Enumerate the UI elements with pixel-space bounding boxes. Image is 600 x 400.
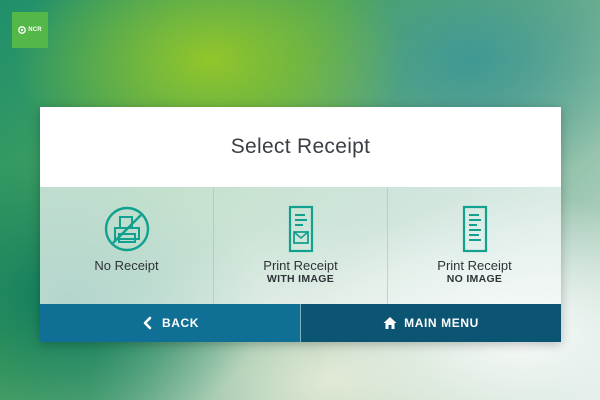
main-menu-button-label: MAIN MENU [404, 316, 479, 330]
chevron-left-icon [143, 316, 152, 330]
receipt-icon [462, 205, 487, 253]
receipt-with-image-icon [288, 205, 313, 253]
dialog-header: Select Receipt [40, 107, 561, 187]
back-button[interactable]: BACK [40, 304, 301, 342]
print-receipt-no-image-option[interactable]: Print Receipt NO IMAGE [388, 187, 561, 304]
back-button-label: BACK [161, 316, 200, 330]
dialog-footer: BACK MAIN MENU [40, 304, 561, 342]
main-menu-button[interactable]: MAIN MENU [301, 304, 561, 342]
dialog-title: Select Receipt [230, 135, 371, 158]
select-receipt-dialog: Select Receipt No Receipt Print Receipt … [40, 107, 561, 342]
option-sublabel: NO IMAGE [446, 273, 503, 285]
receipt-options: No Receipt Print Receipt WITH IMAGE Prin… [40, 187, 561, 304]
print-receipt-with-image-option[interactable]: Print Receipt WITH IMAGE [214, 187, 388, 304]
no-printer-icon [104, 206, 149, 252]
option-label: Print Receipt [437, 258, 512, 273]
option-sublabel: WITH IMAGE [266, 273, 335, 285]
ncr-logo: NCR [12, 12, 48, 48]
atm-screen: NCR Select Receipt No Receipt Print Rece… [0, 0, 600, 400]
ncr-logo-mark-icon [18, 26, 27, 34]
option-label: No Receipt [94, 258, 159, 273]
option-label: Print Receipt [263, 258, 338, 273]
home-icon [383, 317, 397, 329]
logo-text: NCR [28, 27, 42, 33]
no-receipt-option[interactable]: No Receipt [40, 187, 214, 304]
